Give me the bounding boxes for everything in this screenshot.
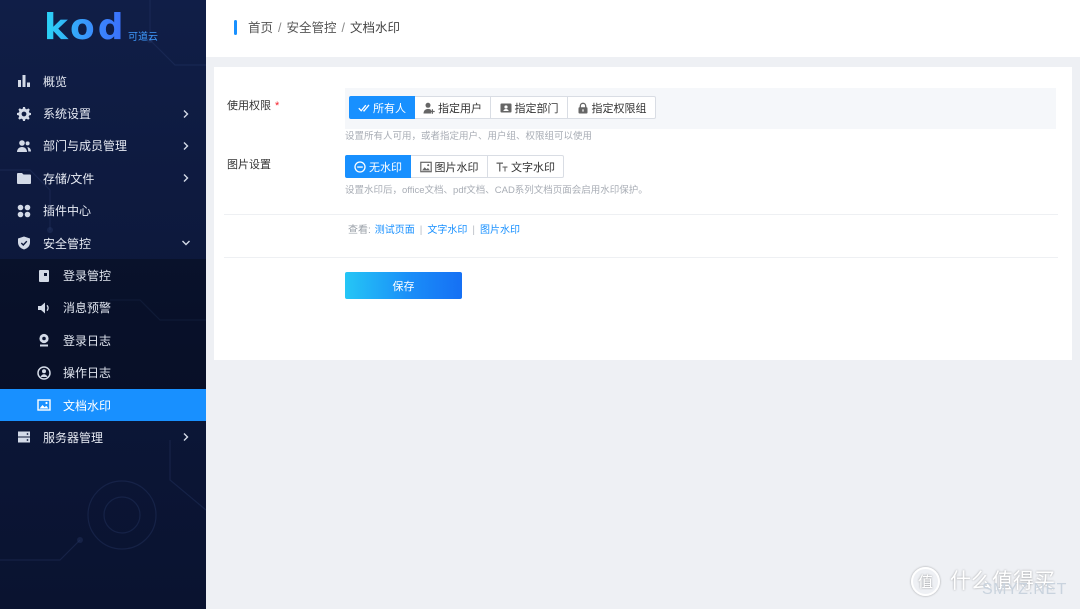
permission-option-permission-groups[interactable]: 指定权限组 [567,96,656,119]
text-icon [496,161,508,173]
image-icon [419,161,432,173]
brand-name: 可道云 [128,32,158,43]
sidebar: kod 可道云 概览 系统设置 部门与成员管理 存储/文件 插件中心 安全管控 … [0,0,206,609]
breadcrumb: 首页 / 安全管控 / 文档水印 [248,20,400,36]
sidebar-menu: 概览 系统设置 部门与成员管理 存储/文件 插件中心 安全管控 登录管控 消息预… [0,65,206,454]
sidebar-item-login-control[interactable]: 登录管控 [0,259,206,291]
double-check-icon [358,102,370,114]
watermark-option-text[interactable]: 文字水印 [487,155,564,178]
watermark-option-none[interactable]: 无水印 [345,155,411,178]
id-card-icon [500,102,512,114]
option-label: 指定权限组 [591,102,647,115]
users-icon [17,139,31,153]
sidebar-item-storage-files[interactable]: 存储/文件 [0,162,206,194]
preview-link-image-watermark[interactable]: 图片水印 [480,225,520,237]
sidebar-item-operation-log[interactable]: 操作日志 [0,357,206,389]
sidebar-item-label: 系统设置 [43,107,92,122]
watermark-label: 图片设置 [227,159,271,171]
permission-label-text: 使用权限 [227,100,271,112]
breadcrumb-separator: / [278,21,282,35]
chevron-right-icon [181,432,191,442]
speaker-icon [37,301,51,315]
door-icon [37,269,51,283]
option-label: 文字水印 [511,161,555,174]
overlay-watermark-site: SMYZ.NET [982,581,1067,598]
folder-icon [17,171,31,185]
kod-logo: kod [44,7,127,48]
server-icon [17,430,31,444]
sidebar-item-security[interactable]: 安全管控 [0,227,206,259]
permission-label: 使用权限 * [227,99,279,113]
top-header: 首页 / 安全管控 / 文档水印 [206,0,1080,57]
sidebar-item-label: 消息预警 [63,301,112,316]
watermark-option-image[interactable]: 图片水印 [410,155,488,178]
permission-options: 所有人 指定用户 指定部门 指定权限组 [349,96,656,119]
gear-icon [17,106,31,121]
plugin-grid-icon [17,204,31,218]
lock-icon [577,102,589,114]
option-label: 图片水印 [434,161,479,174]
chevron-right-icon [181,173,191,183]
divider [224,214,1058,215]
user-circle-icon [37,365,51,380]
chevron-down-icon [181,238,191,248]
sidebar-item-label: 文档水印 [63,398,112,413]
sidebar-item-plugin-center[interactable]: 插件中心 [0,195,206,227]
chevron-right-icon [181,109,191,119]
option-label: 指定部门 [514,102,559,115]
sidebar-item-label: 部门与成员管理 [43,139,128,154]
save-button[interactable]: 保存 [345,272,462,299]
image-icon [37,398,51,412]
preview-label: 查看: [348,225,371,236]
security-submenu: 登录管控 消息预警 登录日志 操作日志 文档水印 [0,259,206,422]
lightbulb-icon [37,333,51,347]
sidebar-item-server-management[interactable]: 服务器管理 [0,421,206,453]
breadcrumb-security[interactable]: 安全管控 [287,20,337,36]
permission-option-specific-departments[interactable]: 指定部门 [490,96,568,119]
minus-circle-icon [354,160,366,173]
link-separator: | [472,225,475,236]
sidebar-item-departments-members[interactable]: 部门与成员管理 [0,130,206,162]
preview-link-text-watermark[interactable]: 文字水印 [427,225,467,237]
breadcrumb-accent-bar [234,20,237,35]
sidebar-item-document-watermark[interactable]: 文档水印 [0,388,206,422]
required-mark: * [275,100,280,112]
option-label: 无水印 [369,161,402,174]
sidebar-item-system-settings[interactable]: 系统设置 [0,97,206,129]
permission-option-specific-users[interactable]: 指定用户 [414,96,491,119]
user-plus-icon [423,102,435,114]
sidebar-item-label: 存储/文件 [43,171,95,186]
overlay-watermark-badge: 值 [911,567,940,596]
sidebar-item-label: 概览 [43,74,68,89]
sidebar-item-label: 登录管控 [63,269,112,284]
option-label: 指定用户 [438,102,482,115]
chevron-right-icon [181,141,191,151]
link-separator: | [419,225,423,236]
sidebar-item-label: 操作日志 [63,366,112,381]
sidebar-item-label: 插件中心 [43,204,92,219]
breadcrumb-home[interactable]: 首页 [248,20,273,36]
breadcrumb-separator: / [341,21,345,35]
shield-icon [17,236,31,250]
bar-chart-icon [17,74,31,88]
sidebar-item-label: 服务器管理 [43,430,104,445]
sidebar-item-label: 安全管控 [43,236,92,251]
preview-links: 查看: 测试页面 | 文字水印 | 图片水印 [348,225,520,237]
divider [224,257,1058,258]
sidebar-item-overview[interactable]: 概览 [0,65,206,97]
watermark-help-text: 设置水印后，office文档、pdf文档、CAD系列文档页面会启用水印保护。 [345,185,648,196]
permission-help-text: 设置所有人可用，或者指定用户、用户组、权限组可以使用 [345,131,593,142]
sidebar-item-message-alert[interactable]: 消息预警 [0,292,206,324]
watermark-settings-card: 使用权限 * 所有人 指定用户 指定部门 指定权限组 设置所有人可用，或者指定用… [214,67,1072,360]
sidebar-item-label: 登录日志 [63,333,112,348]
permission-option-everyone[interactable]: 所有人 [349,96,415,119]
sidebar-item-login-log[interactable]: 登录日志 [0,324,206,356]
watermark-options: 无水印 图片水印 文字水印 [345,155,564,178]
option-label: 所有人 [373,102,406,115]
breadcrumb-current: 文档水印 [350,21,401,35]
preview-link-test-page[interactable]: 测试页面 [375,225,415,237]
